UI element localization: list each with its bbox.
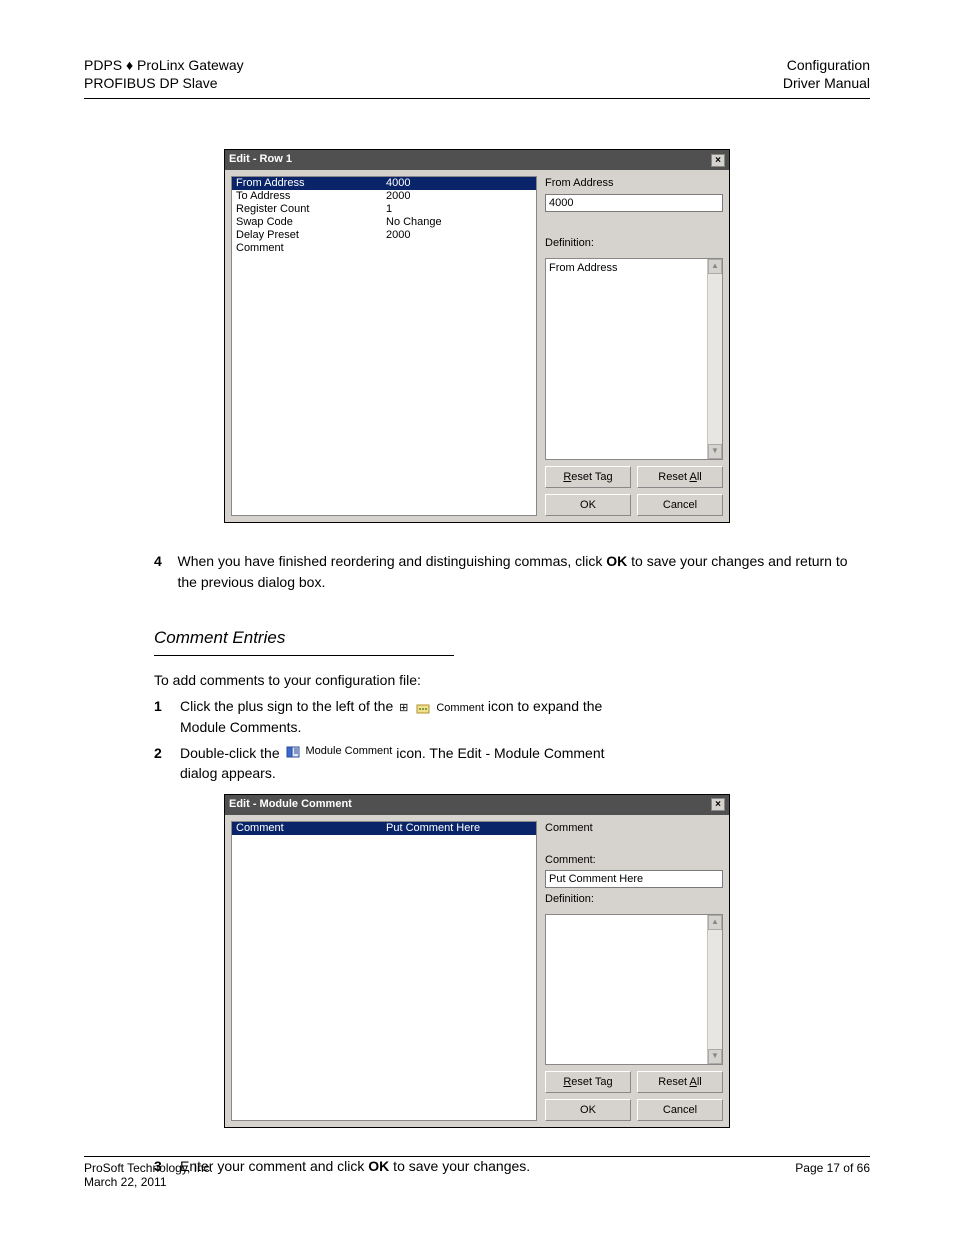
step-number: 4 <box>154 551 167 592</box>
header-doc-type: Driver Manual <box>783 74 870 92</box>
list-item-value: 4000 <box>386 177 410 190</box>
comment-input[interactable] <box>545 870 723 888</box>
close-icon[interactable]: × <box>711 798 725 811</box>
list-item[interactable]: From Address 4000 <box>232 177 536 190</box>
list-item[interactable]: To Address 2000 <box>232 190 536 203</box>
definition-label: Definition: <box>545 892 723 908</box>
list-item-key: Swap Code <box>236 216 386 229</box>
field-label: Comment <box>545 821 723 837</box>
ok-button[interactable]: OK <box>545 1099 631 1121</box>
footer-page-number: Page 17 of 66 <box>795 1161 870 1189</box>
list-item-value: 1 <box>386 203 392 216</box>
list-item-key: To Address <box>236 190 386 203</box>
page-footer: ProSoft Technology, Inc. March 22, 2011 … <box>84 1156 870 1189</box>
tree-node-label: Module Comment <box>306 744 393 760</box>
section-underline <box>154 655 454 656</box>
field-label: From Address <box>545 176 723 192</box>
header-rule <box>84 98 870 99</box>
step-text: Double-click the Module Comment icon. Th… <box>180 743 605 784</box>
list-item[interactable]: Comment Put Comment Here <box>232 822 536 835</box>
ok-button[interactable]: OK <box>545 494 631 516</box>
dialog-title: Edit - Module Comment <box>229 797 352 813</box>
scroll-down-icon[interactable]: ▼ <box>708 444 722 459</box>
comment-tree-icon <box>416 703 430 715</box>
scrollbar[interactable]: ▲ ▼ <box>707 259 722 459</box>
comment-label: Comment: <box>545 853 723 869</box>
reset-all-button[interactable]: Reset All <box>637 1071 723 1093</box>
dialog-titlebar: Edit - Row 1 × <box>225 150 729 170</box>
list-item-key: Delay Preset <box>236 229 386 242</box>
edit-row-dialog: Edit - Row 1 × From Address 4000 To Addr… <box>224 149 730 523</box>
reset-all-button[interactable]: Reset All <box>637 466 723 488</box>
list-item-key: Comment <box>236 242 386 255</box>
step-text: When you have finished reordering and di… <box>177 551 870 592</box>
list-item-key: Register Count <box>236 203 386 216</box>
edit-module-comment-dialog: Edit - Module Comment × Comment Put Comm… <box>224 794 730 1128</box>
footer-rule <box>84 1156 870 1157</box>
step-number: 1 <box>154 696 170 737</box>
field-value-input[interactable] <box>545 194 723 212</box>
list-item-value: 2000 <box>386 190 410 203</box>
definition-text: From Address <box>549 262 617 274</box>
list-item-key: From Address <box>236 177 386 190</box>
dialog-title: Edit - Row 1 <box>229 152 292 168</box>
close-icon[interactable]: × <box>711 154 725 167</box>
header-product: PDPS ♦ ProLinx Gateway <box>84 56 244 74</box>
expand-plus-icon: ⊞ <box>399 701 408 717</box>
list-item[interactable]: Register Count 1 <box>232 203 536 216</box>
list-item[interactable]: Comment <box>232 242 536 255</box>
reset-tag-button[interactable]: Reset Tag <box>545 466 631 488</box>
header-section: Configuration <box>783 56 870 74</box>
section-title: Comment Entries <box>154 626 870 651</box>
step-number: 2 <box>154 743 170 784</box>
dialog-titlebar: Edit - Module Comment × <box>225 795 729 815</box>
tree-node-label: Comment <box>436 701 484 717</box>
definition-label: Definition: <box>545 236 723 252</box>
module-comment-tree-icon <box>286 746 300 758</box>
cancel-button[interactable]: Cancel <box>637 1099 723 1121</box>
step-text: Click the plus sign to the left of the ⊞… <box>180 696 602 737</box>
header-right: Configuration Driver Manual <box>783 56 870 92</box>
list-item[interactable]: Delay Preset 2000 <box>232 229 536 242</box>
scroll-up-icon[interactable]: ▲ <box>708 915 722 930</box>
list-item[interactable]: Swap Code No Change <box>232 216 536 229</box>
header-left: PDPS ♦ ProLinx Gateway PROFIBUS DP Slave <box>84 56 244 92</box>
list-item-key: Comment <box>236 822 386 835</box>
section-intro: To add comments to your configuration fi… <box>154 670 870 690</box>
list-item-value: 2000 <box>386 229 410 242</box>
list-item-value: No Change <box>386 216 442 229</box>
scrollbar[interactable]: ▲ ▼ <box>707 915 722 1063</box>
definition-box: ▲ ▼ <box>545 914 723 1064</box>
reset-tag-button[interactable]: Reset Tag <box>545 1071 631 1093</box>
footer-company: ProSoft Technology, Inc. <box>84 1161 213 1175</box>
definition-box: From Address ▲ ▼ <box>545 258 723 460</box>
list-item-value: Put Comment Here <box>386 822 480 835</box>
scroll-up-icon[interactable]: ▲ <box>708 259 722 274</box>
header-subproduct: PROFIBUS DP Slave <box>84 74 244 92</box>
cancel-button[interactable]: Cancel <box>637 494 723 516</box>
scroll-down-icon[interactable]: ▼ <box>708 1049 722 1064</box>
property-list[interactable]: Comment Put Comment Here <box>231 821 537 1121</box>
property-list[interactable]: From Address 4000 To Address 2000 Regist… <box>231 176 537 516</box>
footer-date: March 22, 2011 <box>84 1175 213 1189</box>
